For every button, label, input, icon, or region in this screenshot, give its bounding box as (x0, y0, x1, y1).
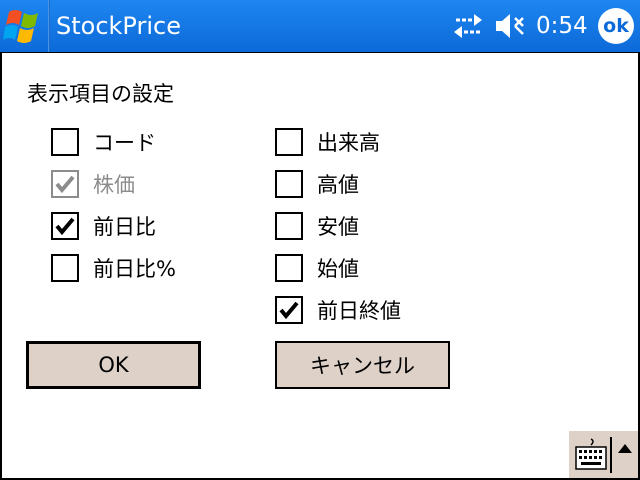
speaker-muted-icon[interactable] (494, 12, 528, 40)
checkbox-prev-close[interactable]: 前日終値 (275, 294, 401, 326)
start-button[interactable] (0, 0, 50, 52)
checkbox-box[interactable] (275, 254, 303, 282)
checkbox-low[interactable]: 安値 (275, 210, 359, 242)
checkmark-icon (55, 175, 75, 194)
checkbox-label: 出来高 (317, 131, 380, 155)
title-bar: StockPrice 0:54 ok (0, 0, 640, 52)
checkmark-icon (279, 301, 299, 320)
checkbox-box[interactable] (275, 128, 303, 156)
cancel-button[interactable]: キャンセル (275, 341, 450, 389)
checkmark-icon (55, 217, 75, 236)
checkbox-label: 前日終値 (317, 299, 401, 323)
checkbox-label: コード (93, 131, 156, 155)
ok-button[interactable]: OK (26, 341, 201, 389)
checkbox-box[interactable] (51, 128, 79, 156)
checkbox-box[interactable] (275, 212, 303, 240)
checkbox-box[interactable] (275, 170, 303, 198)
checkbox-label: 始値 (317, 257, 359, 281)
checkbox-code[interactable]: コード (51, 126, 156, 158)
checkbox-prev-day-change[interactable]: 前日比 (51, 210, 156, 242)
checkbox-label: 安値 (317, 215, 359, 239)
checkbox-box[interactable] (51, 254, 79, 282)
ok-close-button[interactable]: ok (598, 8, 634, 44)
windows-start-icon (3, 10, 38, 43)
checkbox-box[interactable] (51, 212, 79, 240)
clock[interactable]: 0:54 (536, 10, 588, 42)
checkbox-label: 高値 (317, 173, 359, 197)
checkbox-label: 前日比% (93, 257, 176, 281)
checkbox-high[interactable]: 高値 (275, 168, 359, 200)
checkbox-label: 前日比 (93, 215, 156, 239)
app-title: StockPrice (56, 12, 181, 40)
checkbox-box (51, 170, 79, 198)
checkbox-volume[interactable]: 出来高 (275, 126, 380, 158)
section-title: 表示項目の設定 (27, 82, 174, 106)
checkbox-box[interactable] (275, 296, 303, 324)
checkbox-open[interactable]: 始値 (275, 252, 359, 284)
checkbox-prev-day-change-percent[interactable]: 前日比% (51, 252, 176, 284)
checkbox-stock-price: 株価 (51, 168, 135, 200)
arrow-up-icon[interactable] (617, 443, 633, 455)
input-panel-button[interactable] (568, 430, 638, 478)
keyboard-icon (575, 438, 607, 470)
checkbox-label: 株価 (93, 173, 135, 197)
connectivity-arrows-icon[interactable] (452, 12, 484, 40)
